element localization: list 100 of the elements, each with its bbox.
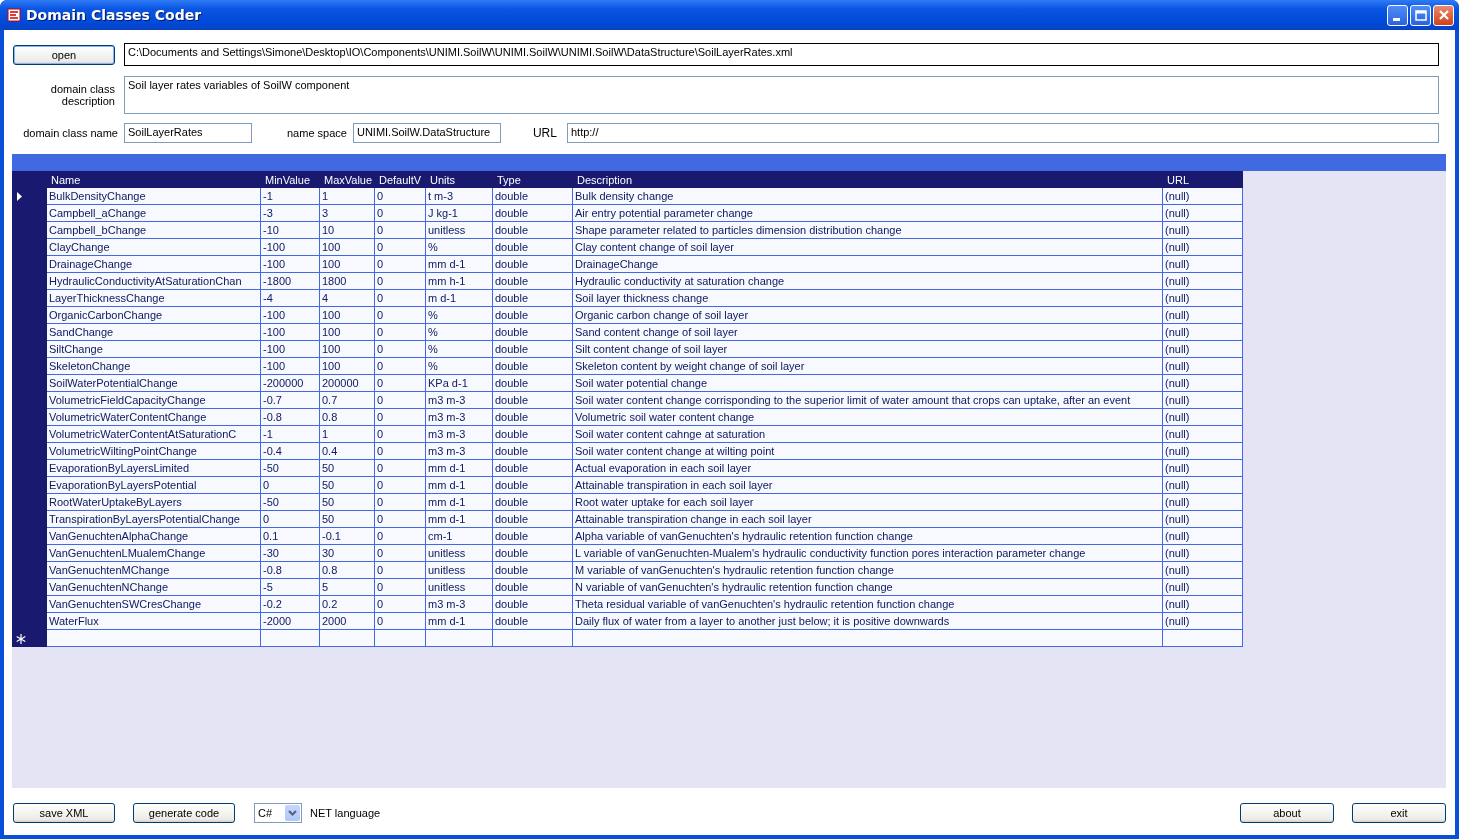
table-cell[interactable]: (null) — [1163, 443, 1243, 460]
table-cell[interactable]: 0 — [375, 341, 426, 358]
table-cell[interactable]: -30 — [261, 545, 320, 562]
table-cell[interactable]: m3 m-3 — [426, 443, 493, 460]
table-cell[interactable]: BulkDensityChange — [47, 188, 261, 205]
table-cell[interactable]: (null) — [1163, 562, 1243, 579]
description-field[interactable]: Soil layer rates variables of SoilW component — [124, 76, 1439, 114]
table-cell[interactable]: Campbell_aChange — [47, 205, 261, 222]
table-cell[interactable]: -200000 — [261, 375, 320, 392]
table-cell[interactable]: 0 — [375, 494, 426, 511]
table-cell[interactable]: 4 — [320, 290, 375, 307]
table-cell[interactable]: SkeletonChange — [47, 358, 261, 375]
table-cell[interactable]: Organic carbon change of soil layer — [573, 307, 1163, 324]
table-cell[interactable]: (null) — [1163, 239, 1243, 256]
table-cell[interactable]: m3 m-3 — [426, 596, 493, 613]
table-cell[interactable]: SiltChange — [47, 341, 261, 358]
table-cell[interactable]: Alpha variable of vanGenuchten's hydraulic retention function change — [573, 528, 1163, 545]
table-cell[interactable]: -0.1 — [320, 528, 375, 545]
table-cell[interactable]: VanGenuchtenAlphaChange — [47, 528, 261, 545]
table-cell[interactable]: -100 — [261, 239, 320, 256]
table-cell[interactable]: double — [493, 358, 573, 375]
table-cell[interactable]: (null) — [1163, 290, 1243, 307]
action-button[interactable]: generate code — [133, 802, 235, 823]
table-cell[interactable]: 0 — [375, 239, 426, 256]
table-cell[interactable]: 0 — [375, 256, 426, 273]
table-cell[interactable] — [375, 630, 426, 647]
table-cell[interactable]: Air entry potential parameter change — [573, 205, 1163, 222]
table-cell[interactable]: 0 — [261, 511, 320, 528]
table-cell[interactable]: -1800 — [261, 273, 320, 290]
table-cell[interactable]: Soil water potential change — [573, 375, 1163, 392]
table-cell[interactable]: -0.7 — [261, 392, 320, 409]
table-cell[interactable]: (null) — [1163, 273, 1243, 290]
column-header[interactable]: DefaultV — [375, 171, 426, 188]
table-cell[interactable]: -4 — [261, 290, 320, 307]
table-cell[interactable]: Clay content change of soil layer — [573, 239, 1163, 256]
table-cell[interactable] — [47, 630, 261, 647]
table-cell[interactable]: 0 — [375, 205, 426, 222]
table-cell[interactable]: HydraulicConductivityAtSaturationChan — [47, 273, 261, 290]
table-cell[interactable]: EvaporationByLayersPotential — [47, 477, 261, 494]
table-cell[interactable]: double — [493, 579, 573, 596]
table-cell[interactable]: 1800 — [320, 273, 375, 290]
table-cell[interactable]: -2000 — [261, 613, 320, 630]
table-cell[interactable]: OrganicCarbonChange — [47, 307, 261, 324]
table-cell[interactable]: Daily flux of water from a layer to another just below; it is positive downwards — [573, 613, 1163, 630]
table-cell[interactable]: -0.8 — [261, 409, 320, 426]
table-cell[interactable]: (null) — [1163, 409, 1243, 426]
table-cell[interactable]: 0 — [375, 477, 426, 494]
table-cell[interactable]: (null) — [1163, 511, 1243, 528]
table-cell[interactable]: double — [493, 324, 573, 341]
table-cell[interactable]: -0.4 — [261, 443, 320, 460]
close-button[interactable] — [1433, 4, 1454, 26]
table-cell[interactable]: VolumetricFieldCapacityChange — [47, 392, 261, 409]
table-cell[interactable]: 10 — [320, 222, 375, 239]
table-cell[interactable]: Soil layer thickness change — [573, 290, 1163, 307]
file-path-field[interactable]: C:\Documents and Settings\Simone\Desktop\IO\Components\UNIMI.SoilW\UNIMI.SoilW\UNIMI.SoilW\DataStructure\SoilLayerRates.xml — [124, 43, 1439, 66]
table-cell[interactable]: unitless — [426, 222, 493, 239]
table-cell[interactable]: (null) — [1163, 392, 1243, 409]
table-cell[interactable]: Sand content change of soil layer — [573, 324, 1163, 341]
table-cell[interactable]: TranspirationByLayersPotentialChange — [47, 511, 261, 528]
table-cell[interactable]: 100 — [320, 239, 375, 256]
table-cell[interactable] — [493, 630, 573, 647]
class-name-field[interactable]: SoilLayerRates — [124, 123, 252, 143]
table-cell[interactable]: -0.8 — [261, 562, 320, 579]
table-cell[interactable]: 100 — [320, 307, 375, 324]
table-cell[interactable]: double — [493, 239, 573, 256]
table-cell[interactable]: 2000 — [320, 613, 375, 630]
table-cell[interactable]: Soil water content cahnge at saturation — [573, 426, 1163, 443]
table-cell[interactable]: double — [493, 528, 573, 545]
table-cell[interactable]: double — [493, 511, 573, 528]
table-cell[interactable]: 0 — [375, 443, 426, 460]
table-cell[interactable]: 0 — [375, 460, 426, 477]
url-field[interactable]: http:// — [566, 123, 1439, 143]
table-cell[interactable]: 0 — [261, 477, 320, 494]
table-cell[interactable]: EvaporationByLayersLimited — [47, 460, 261, 477]
table-cell[interactable]: 0 — [375, 222, 426, 239]
table-cell[interactable]: M variable of vanGenuchten's hydraulic retention function change — [573, 562, 1163, 579]
table-cell[interactable]: L variable of vanGenuchten-Mualem's hydraulic conductivity function pores interaction parameter change — [573, 545, 1163, 562]
table-cell[interactable]: double — [493, 409, 573, 426]
table-cell[interactable]: 100 — [320, 324, 375, 341]
table-cell[interactable]: double — [493, 222, 573, 239]
table-cell[interactable]: mm d-1 — [426, 613, 493, 630]
table-cell[interactable]: 1 — [320, 188, 375, 205]
table-cell[interactable]: 100 — [320, 256, 375, 273]
action-button[interactable]: about — [1240, 802, 1334, 823]
table-cell[interactable]: 0 — [375, 188, 426, 205]
table-cell[interactable]: % — [426, 307, 493, 324]
table-cell[interactable]: -100 — [261, 307, 320, 324]
table-cell[interactable]: 0 — [375, 562, 426, 579]
column-header[interactable]: Type — [493, 171, 573, 188]
table-cell[interactable]: -100 — [261, 358, 320, 375]
table-cell[interactable]: % — [426, 341, 493, 358]
table-cell[interactable]: Soil water content change corrisponding to the superior limit of water amount that crops can uptake, after an event — [573, 392, 1163, 409]
table-cell[interactable]: VanGenuchtenMChange — [47, 562, 261, 579]
table-cell[interactable]: -10 — [261, 222, 320, 239]
table-cell[interactable]: m3 m-3 — [426, 426, 493, 443]
table-cell[interactable]: m3 m-3 — [426, 409, 493, 426]
table-cell[interactable]: 0.8 — [320, 562, 375, 579]
table-cell[interactable]: VanGenuchtenSWCresChange — [47, 596, 261, 613]
table-cell[interactable]: double — [493, 613, 573, 630]
table-cell[interactable]: SandChange — [47, 324, 261, 341]
